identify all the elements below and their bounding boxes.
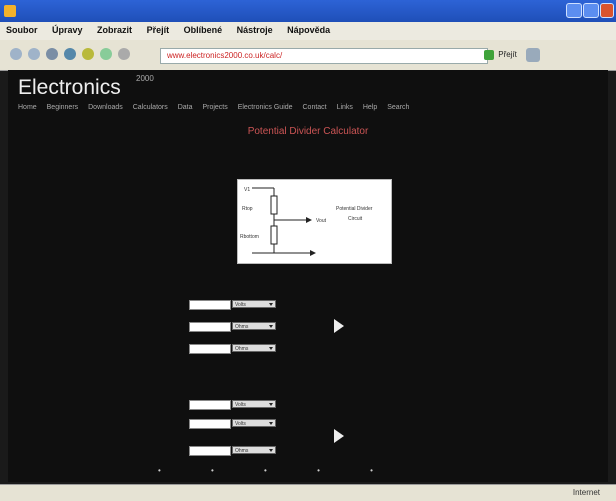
stop-icon[interactable] xyxy=(46,48,58,60)
nav-item-links[interactable]: Links xyxy=(337,104,353,111)
calculate-2-play-arrow-icon[interactable] xyxy=(334,429,344,443)
menu-soubor[interactable]: Soubor xyxy=(0,22,44,38)
nav-item-home[interactable]: Home xyxy=(18,104,37,111)
back-icon[interactable] xyxy=(10,48,22,60)
toolbar: www.electronics2000.co.uk/calc/ Přejít xyxy=(0,40,616,71)
calculate-1-play-arrow-icon[interactable] xyxy=(334,319,344,333)
web-page: Electronics 2000 Home Beginners Download… xyxy=(8,70,608,482)
chevron-down-icon xyxy=(269,325,273,328)
section-1-unit-select-3[interactable]: Ohms xyxy=(232,344,276,352)
section-1-unit-2-label: Ohms xyxy=(235,324,249,330)
chevron-down-icon xyxy=(269,303,273,306)
diagram-label-v1: V1 xyxy=(244,187,250,193)
menu-prejit[interactable]: Přejít xyxy=(141,22,176,38)
go-label: Přejít xyxy=(498,50,517,59)
site-brand[interactable]: Electronics xyxy=(18,76,121,100)
app-icon xyxy=(4,5,16,17)
menu-bar: Soubor Úpravy Zobrazit Přejít Oblíbené N… xyxy=(0,22,616,40)
circuit-diagram: V1 Rtop Rbottom Vout Potential Divider C… xyxy=(237,179,392,264)
section-1-input-3[interactable] xyxy=(189,344,231,354)
section-2-input-2[interactable] xyxy=(189,419,231,429)
favorites-icon[interactable] xyxy=(82,48,94,60)
title-bar xyxy=(0,0,616,22)
diagram-label-vout: Vout xyxy=(316,218,327,224)
diagram-label-rtop: Rtop xyxy=(242,206,253,212)
nav-item-contact[interactable]: Contact xyxy=(303,104,327,111)
nav-item-calculators[interactable]: Calculators xyxy=(133,104,168,111)
section-1-input-2[interactable] xyxy=(189,322,231,332)
section-1-unit-1-label: Volts xyxy=(235,302,246,308)
section-1-input-1[interactable] xyxy=(189,300,231,310)
site-brand-sup: 2000 xyxy=(136,74,154,83)
section-2-unit-select-2[interactable]: Volts xyxy=(232,419,276,427)
menu-nastroje[interactable]: Nástroje xyxy=(231,22,279,38)
section-2-unit-select-1[interactable]: Volts xyxy=(232,400,276,408)
close-button[interactable] xyxy=(600,3,614,18)
go-button[interactable]: Přejít xyxy=(484,47,518,63)
refresh-icon[interactable] xyxy=(64,48,76,60)
minimize-button[interactable] xyxy=(566,3,582,18)
chevron-down-icon xyxy=(269,422,273,425)
page-dots: • • • • • xyxy=(158,466,397,475)
section-1-unit-select-2[interactable]: Ohms xyxy=(232,322,276,330)
menu-zobrazit[interactable]: Zobrazit xyxy=(91,22,138,38)
nav-item-search[interactable]: Search xyxy=(387,104,409,111)
menu-napoveda[interactable]: Nápověda xyxy=(281,22,336,38)
browser-window: Soubor Úpravy Zobrazit Přejít Oblíbené N… xyxy=(0,0,616,501)
status-zone: Internet xyxy=(572,488,600,497)
links-icon[interactable] xyxy=(526,48,540,62)
diagram-note-1: Potential Divider xyxy=(336,206,373,212)
diagram-label-rbottom: Rbottom xyxy=(240,234,259,240)
section-2-input-3[interactable] xyxy=(189,446,231,456)
chevron-down-icon xyxy=(269,403,273,406)
site-nav: Home Beginners Downloads Calculators Dat… xyxy=(18,104,417,116)
nav-item-downloads[interactable]: Downloads xyxy=(88,104,123,111)
nav-item-help[interactable]: Help xyxy=(363,104,377,111)
menu-oblibene[interactable]: Oblíbené xyxy=(178,22,229,38)
go-icon xyxy=(484,49,494,60)
status-bar: Internet xyxy=(0,484,616,501)
section-2-unit-1-label: Volts xyxy=(235,402,246,408)
section-2-unit-2-label: Volts xyxy=(235,421,246,427)
section-1-unit-3-label: Ohms xyxy=(235,346,249,352)
section-2-input-1[interactable] xyxy=(189,400,231,410)
section-1-unit-select-1[interactable]: Volts xyxy=(232,300,276,308)
nav-item-guide[interactable]: Electronics Guide xyxy=(238,104,293,111)
nav-item-data[interactable]: Data xyxy=(178,104,193,111)
chevron-down-icon xyxy=(269,347,273,350)
menu-upravy[interactable]: Úpravy xyxy=(46,22,89,38)
section-2-unit-3-label: Ohms xyxy=(235,448,249,454)
chevron-down-icon xyxy=(269,449,273,452)
address-bar[interactable]: www.electronics2000.co.uk/calc/ xyxy=(160,48,488,64)
forward-icon[interactable] xyxy=(28,48,40,60)
nav-item-projects[interactable]: Projects xyxy=(202,104,227,111)
history-icon[interactable] xyxy=(100,48,112,60)
nav-item-beginners[interactable]: Beginners xyxy=(47,104,79,111)
diagram-note-2: Circuit xyxy=(348,216,363,222)
page-title: Potential Divider Calculator xyxy=(247,126,369,137)
print-icon[interactable] xyxy=(118,48,130,60)
maximize-button[interactable] xyxy=(583,3,599,18)
section-2-unit-select-3[interactable]: Ohms xyxy=(232,446,276,454)
